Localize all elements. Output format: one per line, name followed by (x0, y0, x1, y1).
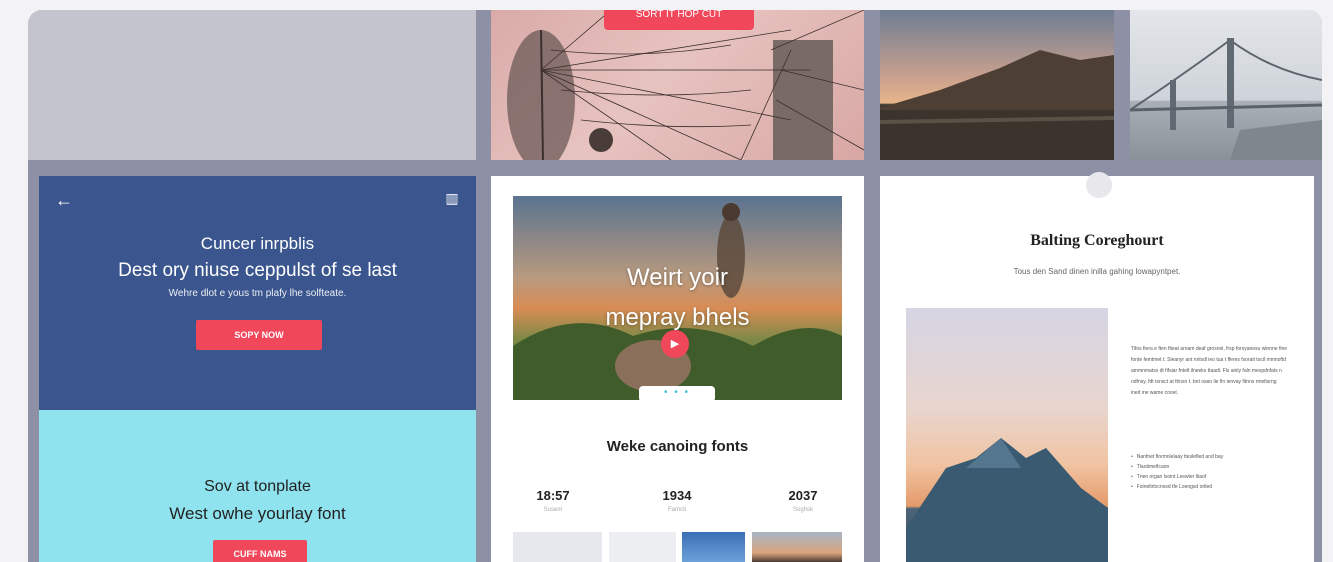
hero-caption-line-1: Weirt yoir (627, 264, 728, 291)
mountain-dusk-image (880, 10, 1114, 160)
stat-value: 1934 (662, 488, 692, 503)
hero-caption: Weirt yoir mepray bhels (513, 258, 842, 338)
stat-value: 2037 (788, 488, 818, 503)
get-started-button[interactable]: SORT IT HOP CUT (604, 10, 754, 30)
stat-item: 18:57 Susem (513, 488, 593, 513)
section-title: Weke canoing fonts (606, 438, 749, 455)
stat-caption: Susem (543, 507, 563, 513)
thumbnail[interactable] (513, 532, 602, 562)
spiderweb-image (491, 10, 864, 160)
cyan-template-card: Sov at tonplate West owhe yourlay font C… (39, 410, 476, 562)
stat-item: 1934 Famcit (637, 488, 717, 513)
blue-hero-card: ← ▥ Cuncer inrpblis Dest ory niuse ceppu… (39, 176, 476, 410)
spiderweb-illustration (507, 10, 864, 160)
list-item: Tnen organ lsoint Leswter ltiaof (1131, 472, 1287, 482)
article-paragraph: Tifos fiera e ften fiteat arnam deaf gro… (1131, 346, 1288, 396)
stat-value: 18:57 (536, 488, 570, 503)
play-icon[interactable]: ▶ (661, 330, 689, 358)
mountain-illustration (906, 438, 1108, 562)
article-list: Nanfnet flormnlelaay tteslefled and bay … (1131, 452, 1287, 492)
dusk-illustration (880, 50, 1114, 160)
avatar (1086, 172, 1112, 198)
article-subtitle: Tous den Sand dinen inilla gahing lowapy… (1013, 267, 1181, 276)
bridge-illustration (1130, 38, 1322, 160)
article-card: Balting Coreghourt Tous den Sand dinen i… (880, 172, 1314, 562)
thumbnail[interactable] (609, 532, 676, 562)
back-arrow-icon[interactable]: ← (55, 190, 77, 210)
list-item: Tlaotimelfcaon (1131, 462, 1287, 472)
cta-button[interactable]: CUFF NAMS (213, 540, 307, 562)
hero-title: Cuncer inrpblis (200, 234, 315, 253)
hiker-hero-image: Weirt yoir mepray bhels ▶ (513, 196, 842, 400)
thumbnail[interactable] (682, 532, 745, 562)
mountain-image (906, 308, 1108, 562)
list-item: Nanfnet flormnlelaay tteslefled and bay (1131, 452, 1287, 462)
stat-item: 2037 Soghsk (763, 488, 843, 513)
carousel-dots[interactable]: • • • (639, 386, 715, 402)
template-headline: West owhe yourlay font (169, 504, 346, 523)
shop-now-button[interactable]: SOPY NOW (196, 320, 322, 350)
stat-caption: Famcit (668, 507, 686, 513)
article-title: Balting Coreghourt (1030, 232, 1164, 249)
template-title: Sov at tonplate (204, 478, 311, 495)
fonts-showcase-card: Weirt yoir mepray bhels ▶ • • • Weke can… (491, 176, 864, 562)
thumbnail[interactable] (752, 532, 842, 562)
hero-headline: Dest ory niuse ceppulst of se last (118, 260, 397, 281)
list-item: Fstneltrlocnosd tfe Loengsd ortled (1131, 482, 1287, 492)
hero-subtitle: Wehre dlot e yous tm plafy lhe solfteate… (168, 288, 347, 299)
bridge-image (1130, 10, 1322, 160)
menu-icon[interactable]: ▥ (441, 190, 463, 210)
blank-tile (28, 10, 476, 160)
template-board: SORT IT HOP CUT ← ▥ Cuncer inrpblis Dest… (28, 10, 1322, 562)
stat-caption: Soghsk (792, 507, 813, 513)
